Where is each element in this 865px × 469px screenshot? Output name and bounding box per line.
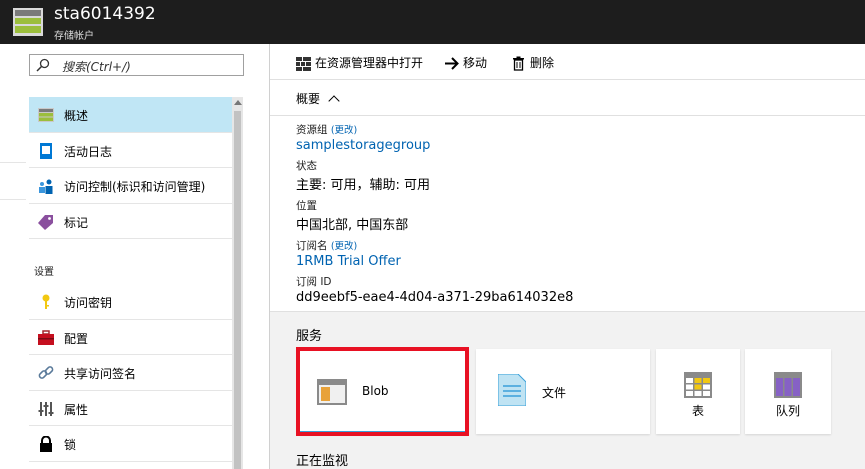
tag-icon [38, 214, 53, 230]
nav-item-tags[interactable]: 标记 [29, 204, 232, 239]
nav-item-label: 配置 [64, 331, 89, 346]
nav-item-label: 标记 [64, 215, 89, 230]
nav-item-access-keys[interactable]: 访问密钥 [29, 284, 232, 320]
trash-icon [513, 56, 524, 71]
status-label: 状态 [296, 160, 317, 172]
status-value: 主要: 可用，辅助: 可用 [296, 178, 431, 193]
essentials-properties: 资源组 (更改) samplestoragegroup 状态 主要: 可用，辅助… [296, 122, 573, 310]
scroll-up-arrow-icon[interactable] [234, 100, 242, 105]
essentials-label: 概要 [296, 92, 321, 106]
resource-group-value[interactable]: samplestoragegroup [296, 138, 573, 153]
subscription-value[interactable]: 1RMB Trial Offer [296, 254, 573, 269]
delete-button[interactable]: 删除 [511, 54, 554, 71]
nav-item-activity-log[interactable]: 活动日志 [29, 133, 232, 168]
lock-icon [40, 436, 52, 452]
nav-item-label: 概述 [64, 109, 89, 123]
nav-item-properties[interactable]: 属性 [29, 391, 232, 426]
subscription-id-label: 订阅 ID [296, 276, 332, 288]
move-label: 移动 [463, 56, 488, 70]
nav-item-label: 活动日志 [64, 144, 113, 159]
file-icon [498, 374, 526, 406]
location-value: 中国北部, 中国东部 [296, 218, 409, 233]
subscription-label: 订阅名 (更改) [296, 240, 358, 252]
file-service-tile[interactable]: 文件 [476, 349, 650, 434]
link-icon [38, 366, 54, 379]
queue-icon [774, 372, 802, 398]
nav-item-locks[interactable]: 锁 [29, 426, 232, 462]
nav-item-label: 共享访问签名 [64, 367, 137, 381]
people-icon [39, 179, 53, 194]
storage-account-icon [13, 8, 43, 36]
open-in-explorer-button[interactable]: 在资源管理器中打开 [296, 54, 423, 71]
activity-log-icon [40, 142, 52, 159]
explorer-icon [296, 57, 311, 71]
blob-highlight-box [296, 347, 469, 436]
command-bar: 在资源管理器中打开 移动 删除 [270, 44, 865, 80]
nav-item-label: 访问控制(标识和访问管理) [64, 180, 206, 194]
subscription-id-value: dd9eebf5-eae4-4d04-a371-29ba614032e8 [296, 290, 574, 305]
page-title: sta6014392 [54, 4, 156, 24]
search-placeholder: 搜索(Ctrl+/) [62, 60, 131, 74]
monitoring-title: 正在监视 [296, 454, 349, 469]
properties-icon [38, 401, 54, 416]
nav-scrollbar[interactable] [232, 97, 243, 469]
nav-item-label: 访问密钥 [64, 296, 113, 310]
file-tile-label: 文件 [542, 386, 567, 400]
storage-account-icon [38, 108, 54, 122]
move-button[interactable]: 移动 [444, 54, 487, 71]
settings-menu: 访问密钥 配置 共享访问签名 属性 锁 [29, 284, 232, 462]
resource-group-change-link[interactable]: (更改) [331, 125, 357, 136]
nav-item-overview[interactable]: 概述 [29, 97, 232, 133]
table-icon [684, 372, 712, 398]
delete-label: 删除 [530, 56, 555, 70]
search-input[interactable]: 搜索(Ctrl+/) [29, 54, 244, 76]
nav-item-label: 锁 [64, 438, 77, 452]
nav-item-access-control[interactable]: 访问控制(标识和访问管理) [29, 168, 232, 204]
scrollbar-thumb[interactable] [234, 111, 241, 469]
nav-item-shared-access-signature[interactable]: 共享访问签名 [29, 355, 232, 391]
resource-group-label: 资源组 (更改) [296, 124, 358, 136]
essentials-toggle[interactable]: 概要 [296, 90, 340, 107]
table-tile-label: 表 [692, 404, 705, 418]
chevron-up-icon [328, 95, 340, 107]
subscription-change-link[interactable]: (更改) [331, 241, 357, 252]
nav-menu: 概述 活动日志 访问控制(标识和访问管理) 标记 [29, 97, 232, 239]
page-subtitle: 存储帐户 [54, 31, 94, 42]
services-title: 服务 [296, 329, 323, 344]
queue-service-tile[interactable]: 队列 [745, 349, 831, 434]
table-service-tile[interactable]: 表 [656, 349, 740, 434]
location-label: 位置 [296, 200, 317, 212]
nav-item-label: 属性 [64, 402, 89, 417]
arrow-right-icon [445, 57, 459, 70]
search-icon [36, 58, 50, 72]
nav-item-configuration[interactable]: 配置 [29, 320, 232, 355]
title-bar: sta6014392 存储帐户 [0, 0, 865, 44]
toolbox-icon [38, 329, 54, 345]
essentials-divider [270, 115, 865, 116]
queue-tile-label: 队列 [776, 404, 801, 418]
open-in-explorer-label: 在资源管理器中打开 [315, 56, 424, 70]
section-header-settings: 设置 [34, 267, 54, 278]
collapsed-panel-edge [0, 44, 28, 469]
key-icon [42, 294, 50, 309]
